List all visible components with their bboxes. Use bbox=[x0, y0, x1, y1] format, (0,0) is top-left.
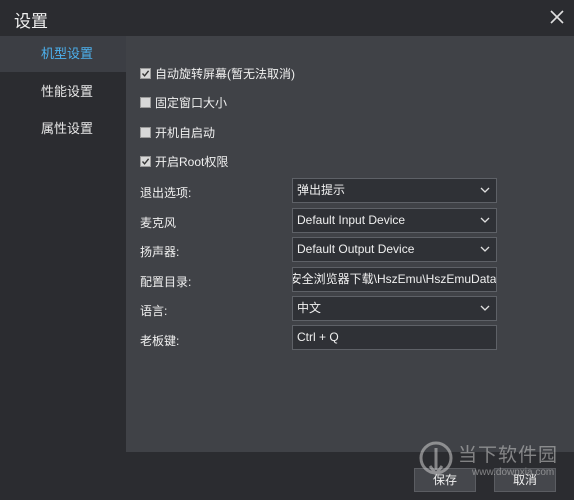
checkmark-icon bbox=[141, 69, 150, 77]
config-dir-label: 配置目录: bbox=[140, 275, 192, 289]
cancel-button[interactable]: 取消 bbox=[494, 468, 556, 492]
language-value: 中文 bbox=[297, 301, 322, 315]
title-bar: 设置 bbox=[0, 0, 574, 36]
sidebar-item-performance[interactable]: 性能设置 bbox=[0, 74, 126, 110]
auto-rotate-checkbox[interactable] bbox=[140, 67, 151, 79]
sidebar-item-properties[interactable]: 属性设置 bbox=[0, 111, 126, 147]
microphone-select[interactable]: Default Input Device bbox=[292, 208, 497, 233]
sidebar-item-model[interactable]: 机型设置 bbox=[0, 36, 126, 72]
microphone-value: Default Input Device bbox=[297, 213, 406, 227]
config-dir-value: 0安全浏览器下载\HszEmu\HszEmuData\ bbox=[292, 272, 497, 286]
speaker-select[interactable]: Default Output Device bbox=[292, 237, 497, 262]
fixed-size-option[interactable]: 固定窗口大小 bbox=[140, 93, 227, 111]
chevron-down-icon bbox=[480, 297, 490, 320]
window-title: 设置 bbox=[14, 12, 48, 31]
auto-start-checkbox[interactable] bbox=[140, 126, 151, 138]
speaker-label: 扬声器: bbox=[140, 245, 180, 259]
settings-panel: 自动旋转屏幕(暂无法取消) 固定窗口大小 开机自启动 开启Root权限 退出选项… bbox=[126, 36, 574, 452]
language-label: 语言: bbox=[140, 304, 168, 318]
root-checkbox[interactable] bbox=[140, 155, 151, 167]
close-button[interactable] bbox=[546, 6, 568, 28]
exit-option-label: 退出选项: bbox=[140, 186, 192, 200]
sidebar: 机型设置 性能设置 属性设置 bbox=[0, 36, 126, 500]
fixed-size-label: 固定窗口大小 bbox=[155, 95, 228, 110]
config-dir-input[interactable]: 0安全浏览器下载\HszEmu\HszEmuData\ bbox=[292, 267, 497, 292]
fixed-size-checkbox[interactable] bbox=[140, 96, 151, 108]
auto-start-option[interactable]: 开机自启动 bbox=[140, 123, 215, 141]
language-select[interactable]: 中文 bbox=[292, 296, 497, 321]
exit-option-value: 弹出提示 bbox=[297, 183, 346, 197]
boss-key-label: 老板键: bbox=[140, 334, 180, 348]
exit-option-select[interactable]: 弹出提示 bbox=[292, 178, 497, 203]
microphone-label: 麦克风 bbox=[140, 216, 177, 230]
chevron-down-icon bbox=[480, 238, 490, 261]
chevron-down-icon bbox=[480, 209, 490, 232]
auto-rotate-label: 自动旋转屏幕(暂无法取消) bbox=[155, 66, 295, 81]
auto-rotate-option[interactable]: 自动旋转屏幕(暂无法取消) bbox=[140, 64, 295, 82]
auto-start-label: 开机自启动 bbox=[155, 125, 216, 140]
close-icon bbox=[550, 10, 564, 24]
root-option[interactable]: 开启Root权限 bbox=[140, 152, 228, 170]
save-button[interactable]: 保存 bbox=[414, 468, 476, 492]
checkmark-icon bbox=[141, 157, 150, 165]
speaker-value: Default Output Device bbox=[297, 242, 415, 256]
boss-key-value: Ctrl + Q bbox=[297, 330, 339, 344]
settings-window: 设置 机型设置 性能设置 属性设置 自动旋转屏幕(暂无法取消) 固定窗口大小 开… bbox=[0, 0, 574, 500]
root-label: 开启Root权限 bbox=[155, 154, 229, 169]
chevron-down-icon bbox=[480, 179, 490, 202]
boss-key-input[interactable]: Ctrl + Q bbox=[292, 325, 497, 350]
